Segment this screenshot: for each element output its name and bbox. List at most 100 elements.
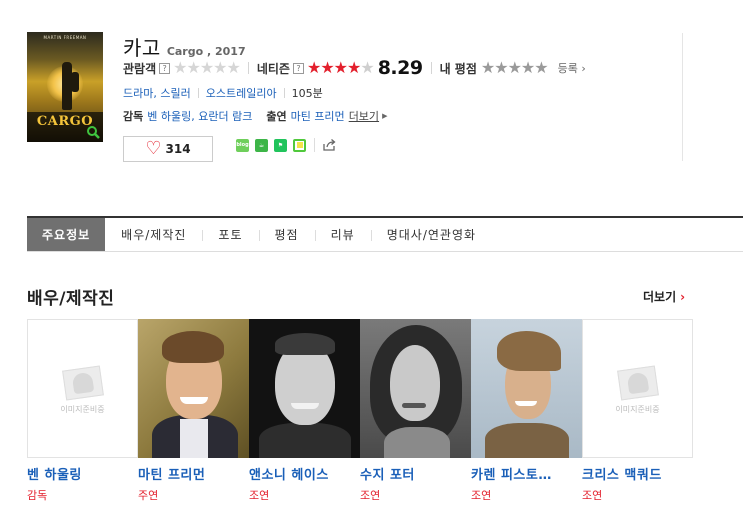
star-icon: ★ xyxy=(186,58,200,77)
no-image-text: 이미지준비중 xyxy=(60,405,105,414)
crew-row: 감독 벤 하울링, 요란더 람크 출연 마틴 프리먼 더보기 ▶ xyxy=(123,108,387,124)
person-name[interactable]: 마틴 프리먼 xyxy=(138,464,249,483)
info-row: 드라마, 스릴러 오스트레일리아 105분 xyxy=(123,85,323,101)
netizen-stars: ★ ★ ★ ★ ★ xyxy=(306,58,375,77)
title-row: 카고 Cargo , 2017 xyxy=(123,32,246,61)
star-icon: ★ xyxy=(360,58,374,77)
book-icon[interactable]: ⚑ xyxy=(274,138,287,152)
divider xyxy=(314,138,315,152)
movie-original-title-year: Cargo , 2017 xyxy=(166,45,246,58)
person-name[interactable]: 앤소니 헤이스 xyxy=(249,464,360,483)
star-icon[interactable]: ★ xyxy=(481,60,495,76)
person-card[interactable]: 마틴 프리먼 주연 xyxy=(138,319,249,503)
person-photo[interactable] xyxy=(471,319,582,458)
memo-icon[interactable] xyxy=(293,138,306,152)
cast-label: 출연 xyxy=(266,110,287,123)
person-name[interactable]: 수지 포터 xyxy=(360,464,471,483)
audience-stars: ★ ★ ★ ★ ★ xyxy=(173,58,241,77)
register-label: 등록 xyxy=(557,62,578,75)
star-icon[interactable]: ★ xyxy=(494,60,508,76)
person-role: 조연 xyxy=(249,489,270,502)
star-icon: ★ xyxy=(213,58,227,77)
runtime: 105분 xyxy=(291,87,323,100)
person-role: 주연 xyxy=(138,489,159,502)
poster-child-figure xyxy=(71,72,79,92)
divider xyxy=(283,88,285,98)
poster-credit-text: MARTIN FREEMAN xyxy=(43,35,87,40)
register-rating-link[interactable]: 등록 › xyxy=(558,60,586,76)
section-more-label: 더보기 xyxy=(643,290,677,304)
star-icon: ★ xyxy=(306,58,321,77)
person-card[interactable]: 이미지준비중 크리스 맥쿼드 조연 xyxy=(582,319,693,503)
star-icon: ★ xyxy=(173,58,187,77)
cast-list: 이미지준비중 벤 하울링 감독 마틴 프리먼 주연 앤소니 헤이스 조연 수지 … xyxy=(27,319,693,503)
netizen-rating-label: 네티즌 xyxy=(256,61,290,76)
person-name[interactable]: 카렌 피스토… xyxy=(471,464,582,483)
caret-right-icon: ▶ xyxy=(382,112,388,120)
person-card[interactable]: 앤소니 헤이스 조연 xyxy=(249,319,360,503)
divider xyxy=(247,62,249,74)
rating-row: 관람객 ? ★ ★ ★ ★ ★ 네티즌 ? ★ ★ ★ ★ ★ 8.29 내 평점 ★ ★ ★ ★ ★ … xyxy=(123,57,586,79)
director-label: 감독 xyxy=(123,110,144,123)
person-name[interactable]: 벤 하울링 xyxy=(27,464,138,483)
star-icon: ★ xyxy=(226,58,241,77)
person-name[interactable]: 크리스 맥쿼드 xyxy=(582,464,693,483)
heart-icon: ♡ xyxy=(145,138,162,159)
person-role: 감독 xyxy=(27,489,48,502)
photo-placeholder-icon xyxy=(61,365,104,401)
country-link[interactable]: 오스트레일리아 xyxy=(206,85,277,101)
tab-photo[interactable]: 포토 xyxy=(202,218,258,251)
photo-placeholder-icon xyxy=(616,365,659,401)
director-links[interactable]: 벤 하울링, 요란더 람크 xyxy=(147,108,252,124)
like-count: 314 xyxy=(165,142,191,156)
my-rating-label: 내 평점 xyxy=(439,61,477,76)
person-photo[interactable] xyxy=(249,319,360,458)
tab-bar: 주요정보 배우/제작진 포토 평점 리뷰 명대사/연관영화 xyxy=(27,216,743,252)
tab-main-info[interactable]: 주요정보 xyxy=(27,218,106,251)
star-icon[interactable]: ★ xyxy=(521,60,535,76)
star-icon[interactable]: ★ xyxy=(534,60,548,76)
person-role: 조연 xyxy=(360,489,381,502)
section-title: 배우/제작진 xyxy=(27,289,115,309)
blog-icon[interactable]: blog xyxy=(236,138,249,152)
person-card[interactable]: 이미지준비중 벤 하울링 감독 xyxy=(27,319,138,503)
chevron-right-icon: › xyxy=(581,62,586,75)
star-icon: ★ xyxy=(333,58,348,77)
zoom-icon[interactable] xyxy=(86,125,100,139)
movie-poster[interactable]: MARTIN FREEMAN CARGO xyxy=(27,32,103,142)
section-more-link[interactable]: 더보기 › xyxy=(643,288,685,305)
genre-link-drama[interactable]: 드라마 xyxy=(123,85,153,101)
genre-link-thriller[interactable]: 스릴러 xyxy=(160,85,190,101)
help-icon[interactable]: ? xyxy=(159,62,171,74)
divider xyxy=(430,62,432,74)
tab-cast-crew[interactable]: 배우/제작진 xyxy=(105,218,202,251)
person-card[interactable]: 수지 포터 조연 xyxy=(360,319,471,503)
cast-more-link[interactable]: 더보기 xyxy=(349,108,379,124)
cast-link[interactable]: 마틴 프리먼 xyxy=(291,108,345,124)
person-photo[interactable] xyxy=(360,319,471,458)
star-icon[interactable]: ★ xyxy=(508,60,522,76)
tab-rating[interactable]: 평점 xyxy=(258,218,315,251)
no-image-placeholder[interactable]: 이미지준비중 xyxy=(27,319,138,458)
help-icon[interactable]: ? xyxy=(292,62,304,74)
movie-title[interactable]: 카고 xyxy=(123,32,161,61)
like-button[interactable]: ♡ 314 xyxy=(123,136,213,162)
share-icon[interactable] xyxy=(321,137,337,153)
star-icon: ★ xyxy=(320,58,334,77)
audience-rating-label: 관람객 xyxy=(123,61,157,76)
share-row: blog ☕ ⚑ xyxy=(236,137,337,153)
person-photo[interactable] xyxy=(138,319,249,458)
netizen-score: 8.29 xyxy=(377,57,423,79)
person-role: 조연 xyxy=(582,489,603,502)
star-icon: ★ xyxy=(199,58,214,77)
vertical-divider xyxy=(682,33,683,161)
no-image-text: 이미지준비중 xyxy=(615,405,660,414)
genre-comma: , xyxy=(153,86,161,100)
tab-quotes-related[interactable]: 명대사/연관영화 xyxy=(370,218,492,251)
cafe-icon[interactable]: ☕ xyxy=(255,138,268,152)
divider xyxy=(197,88,199,98)
no-image-placeholder[interactable]: 이미지준비중 xyxy=(582,319,693,458)
tab-review[interactable]: 리뷰 xyxy=(314,218,371,251)
my-rating-stars[interactable]: ★ ★ ★ ★ ★ xyxy=(481,60,549,76)
person-card[interactable]: 카렌 피스토… 조연 xyxy=(471,319,582,503)
